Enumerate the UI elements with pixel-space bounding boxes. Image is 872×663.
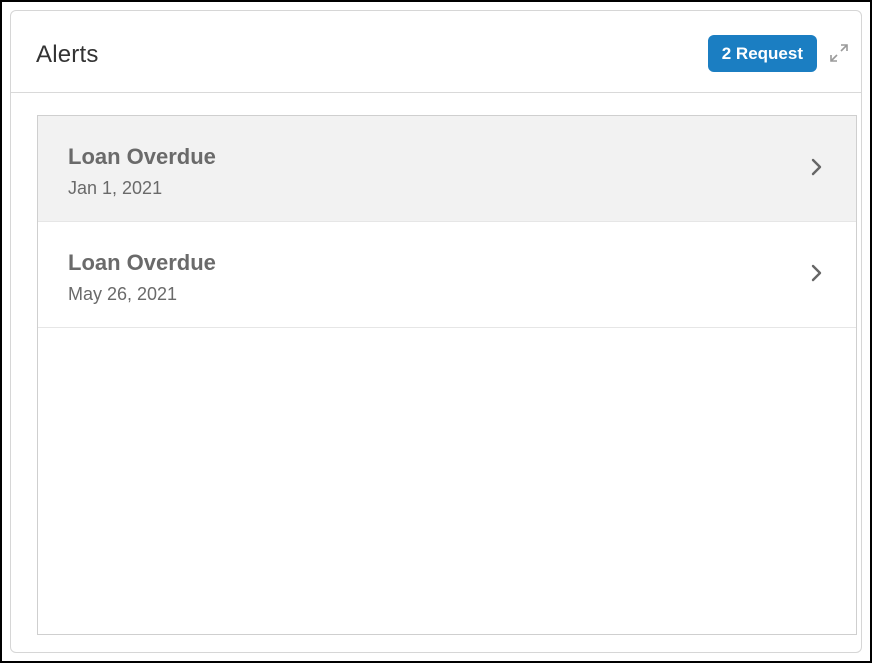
widget-title: Alerts [36, 41, 99, 68]
screenshot-frame: Alerts 2 Request Loan Overdue Jan 1, 202… [0, 0, 872, 663]
expand-icon[interactable] [827, 41, 851, 65]
alert-title: Loan Overdue [68, 250, 216, 275]
alert-list-item[interactable]: Loan Overdue Jan 1, 2021 [38, 116, 856, 222]
alert-title: Loan Overdue [68, 144, 216, 169]
chevron-right-icon[interactable] [808, 156, 826, 178]
widget-header: Alerts 2 Request [11, 11, 861, 93]
alert-list-item[interactable]: Loan Overdue May 26, 2021 [38, 222, 856, 328]
request-count-badge[interactable]: 2 Request [707, 35, 817, 72]
alert-date: Jan 1, 2021 [68, 178, 163, 198]
alerts-widget: Alerts 2 Request Loan Overdue Jan 1, 202… [10, 10, 862, 653]
alert-date: May 26, 2021 [68, 284, 178, 304]
alerts-list: Loan Overdue Jan 1, 2021 Loan Overdue Ma… [37, 115, 857, 635]
chevron-right-icon[interactable] [808, 262, 826, 284]
